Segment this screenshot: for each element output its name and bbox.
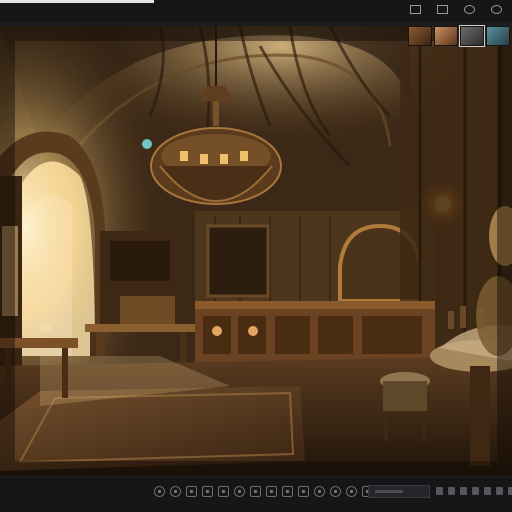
thumbnail[interactable] [434, 26, 458, 46]
image-canvas[interactable] [0, 26, 512, 476]
rotate-left-icon[interactable] [154, 486, 165, 497]
shape-icon[interactable] [282, 486, 293, 497]
text-icon[interactable] [266, 486, 277, 497]
crop-icon[interactable] [202, 486, 213, 497]
zoom-tool-group [436, 487, 512, 495]
adjust-icon[interactable] [218, 486, 229, 497]
undo-icon[interactable] [314, 486, 325, 497]
menu-icon[interactable] [410, 5, 421, 14]
image-viewer-app [0, 0, 512, 512]
account-icon[interactable] [491, 5, 502, 14]
more-icon[interactable] [484, 487, 491, 495]
loading-progress-bar [0, 0, 154, 3]
rotate-right-icon[interactable] [170, 486, 181, 497]
filter-icon[interactable] [234, 486, 245, 497]
search-icon[interactable] [464, 5, 475, 14]
flip-icon[interactable] [186, 486, 197, 497]
fullscreen-icon[interactable] [460, 487, 467, 495]
zoom-in-icon[interactable] [448, 487, 455, 495]
tavern-interior-image [0, 26, 512, 476]
layers-icon[interactable] [298, 486, 309, 497]
bottom-toolbar [0, 478, 512, 512]
thumbnail-strip [406, 25, 512, 47]
thumbnail[interactable] [408, 26, 432, 46]
zoom-field[interactable] [368, 485, 430, 498]
close-icon[interactable] [508, 487, 512, 495]
thumbnail[interactable] [486, 26, 510, 46]
info-icon[interactable] [346, 486, 357, 497]
thumbnail-active[interactable] [459, 25, 485, 47]
redo-icon[interactable] [330, 486, 341, 497]
mail-icon[interactable] [437, 5, 448, 14]
grid-icon[interactable] [472, 487, 479, 495]
top-icon-group [410, 5, 502, 14]
settings-icon[interactable] [496, 487, 503, 495]
zoom-out-icon[interactable] [436, 487, 443, 495]
brush-icon[interactable] [250, 486, 261, 497]
top-bar [0, 0, 512, 22]
